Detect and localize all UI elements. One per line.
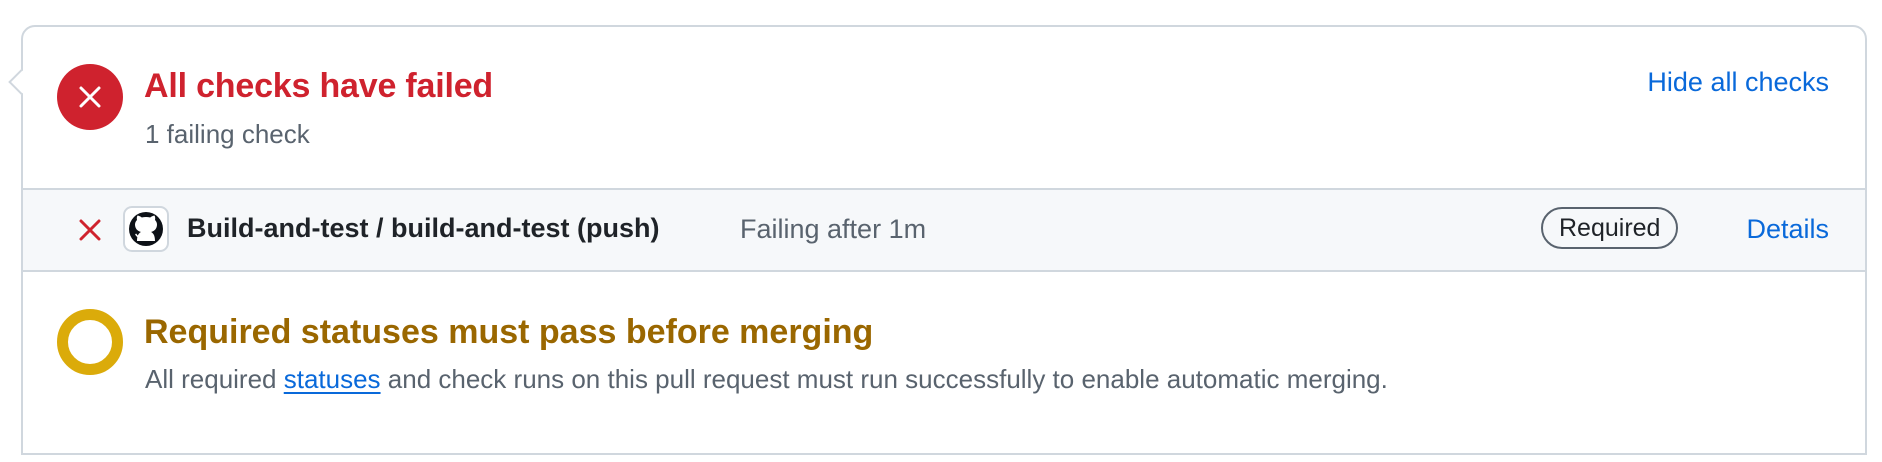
merge-checks-panel: All checks have failed 1 failing check H… bbox=[8, 25, 1867, 455]
desc-text-after: and check runs on this pull request must… bbox=[380, 364, 1388, 394]
check-row: Build-and-test / build-and-test (push) F… bbox=[23, 190, 1865, 272]
check-name-link[interactable]: Build-and-test / build-and-test (push) bbox=[187, 213, 659, 244]
merge-requirement-description: All required statuses and check runs on … bbox=[145, 364, 1388, 395]
checks-summary: All checks have failed 1 failing check H… bbox=[23, 27, 1865, 190]
checks-summary-title: All checks have failed bbox=[144, 67, 493, 105]
check-status-text: Failing after 1m bbox=[740, 214, 927, 244]
hide-all-checks-link[interactable]: Hide all checks bbox=[1647, 67, 1829, 98]
failed-status-icon bbox=[57, 64, 123, 130]
close-icon bbox=[79, 86, 101, 108]
desc-text-before: All required bbox=[145, 364, 284, 394]
github-actions-avatar[interactable] bbox=[123, 206, 169, 252]
merge-requirement-title: Required statuses must pass before mergi… bbox=[144, 313, 874, 351]
details-link[interactable]: Details bbox=[1746, 214, 1829, 245]
github-icon bbox=[135, 215, 157, 241]
merge-requirement-section: Required statuses must pass before mergi… bbox=[23, 272, 1865, 462]
required-badge: Required bbox=[1541, 207, 1679, 249]
checks-summary-subtitle: 1 failing check bbox=[145, 119, 310, 149]
pending-status-icon bbox=[57, 309, 123, 375]
close-icon bbox=[79, 219, 101, 241]
statuses-link[interactable]: statuses bbox=[284, 364, 381, 394]
